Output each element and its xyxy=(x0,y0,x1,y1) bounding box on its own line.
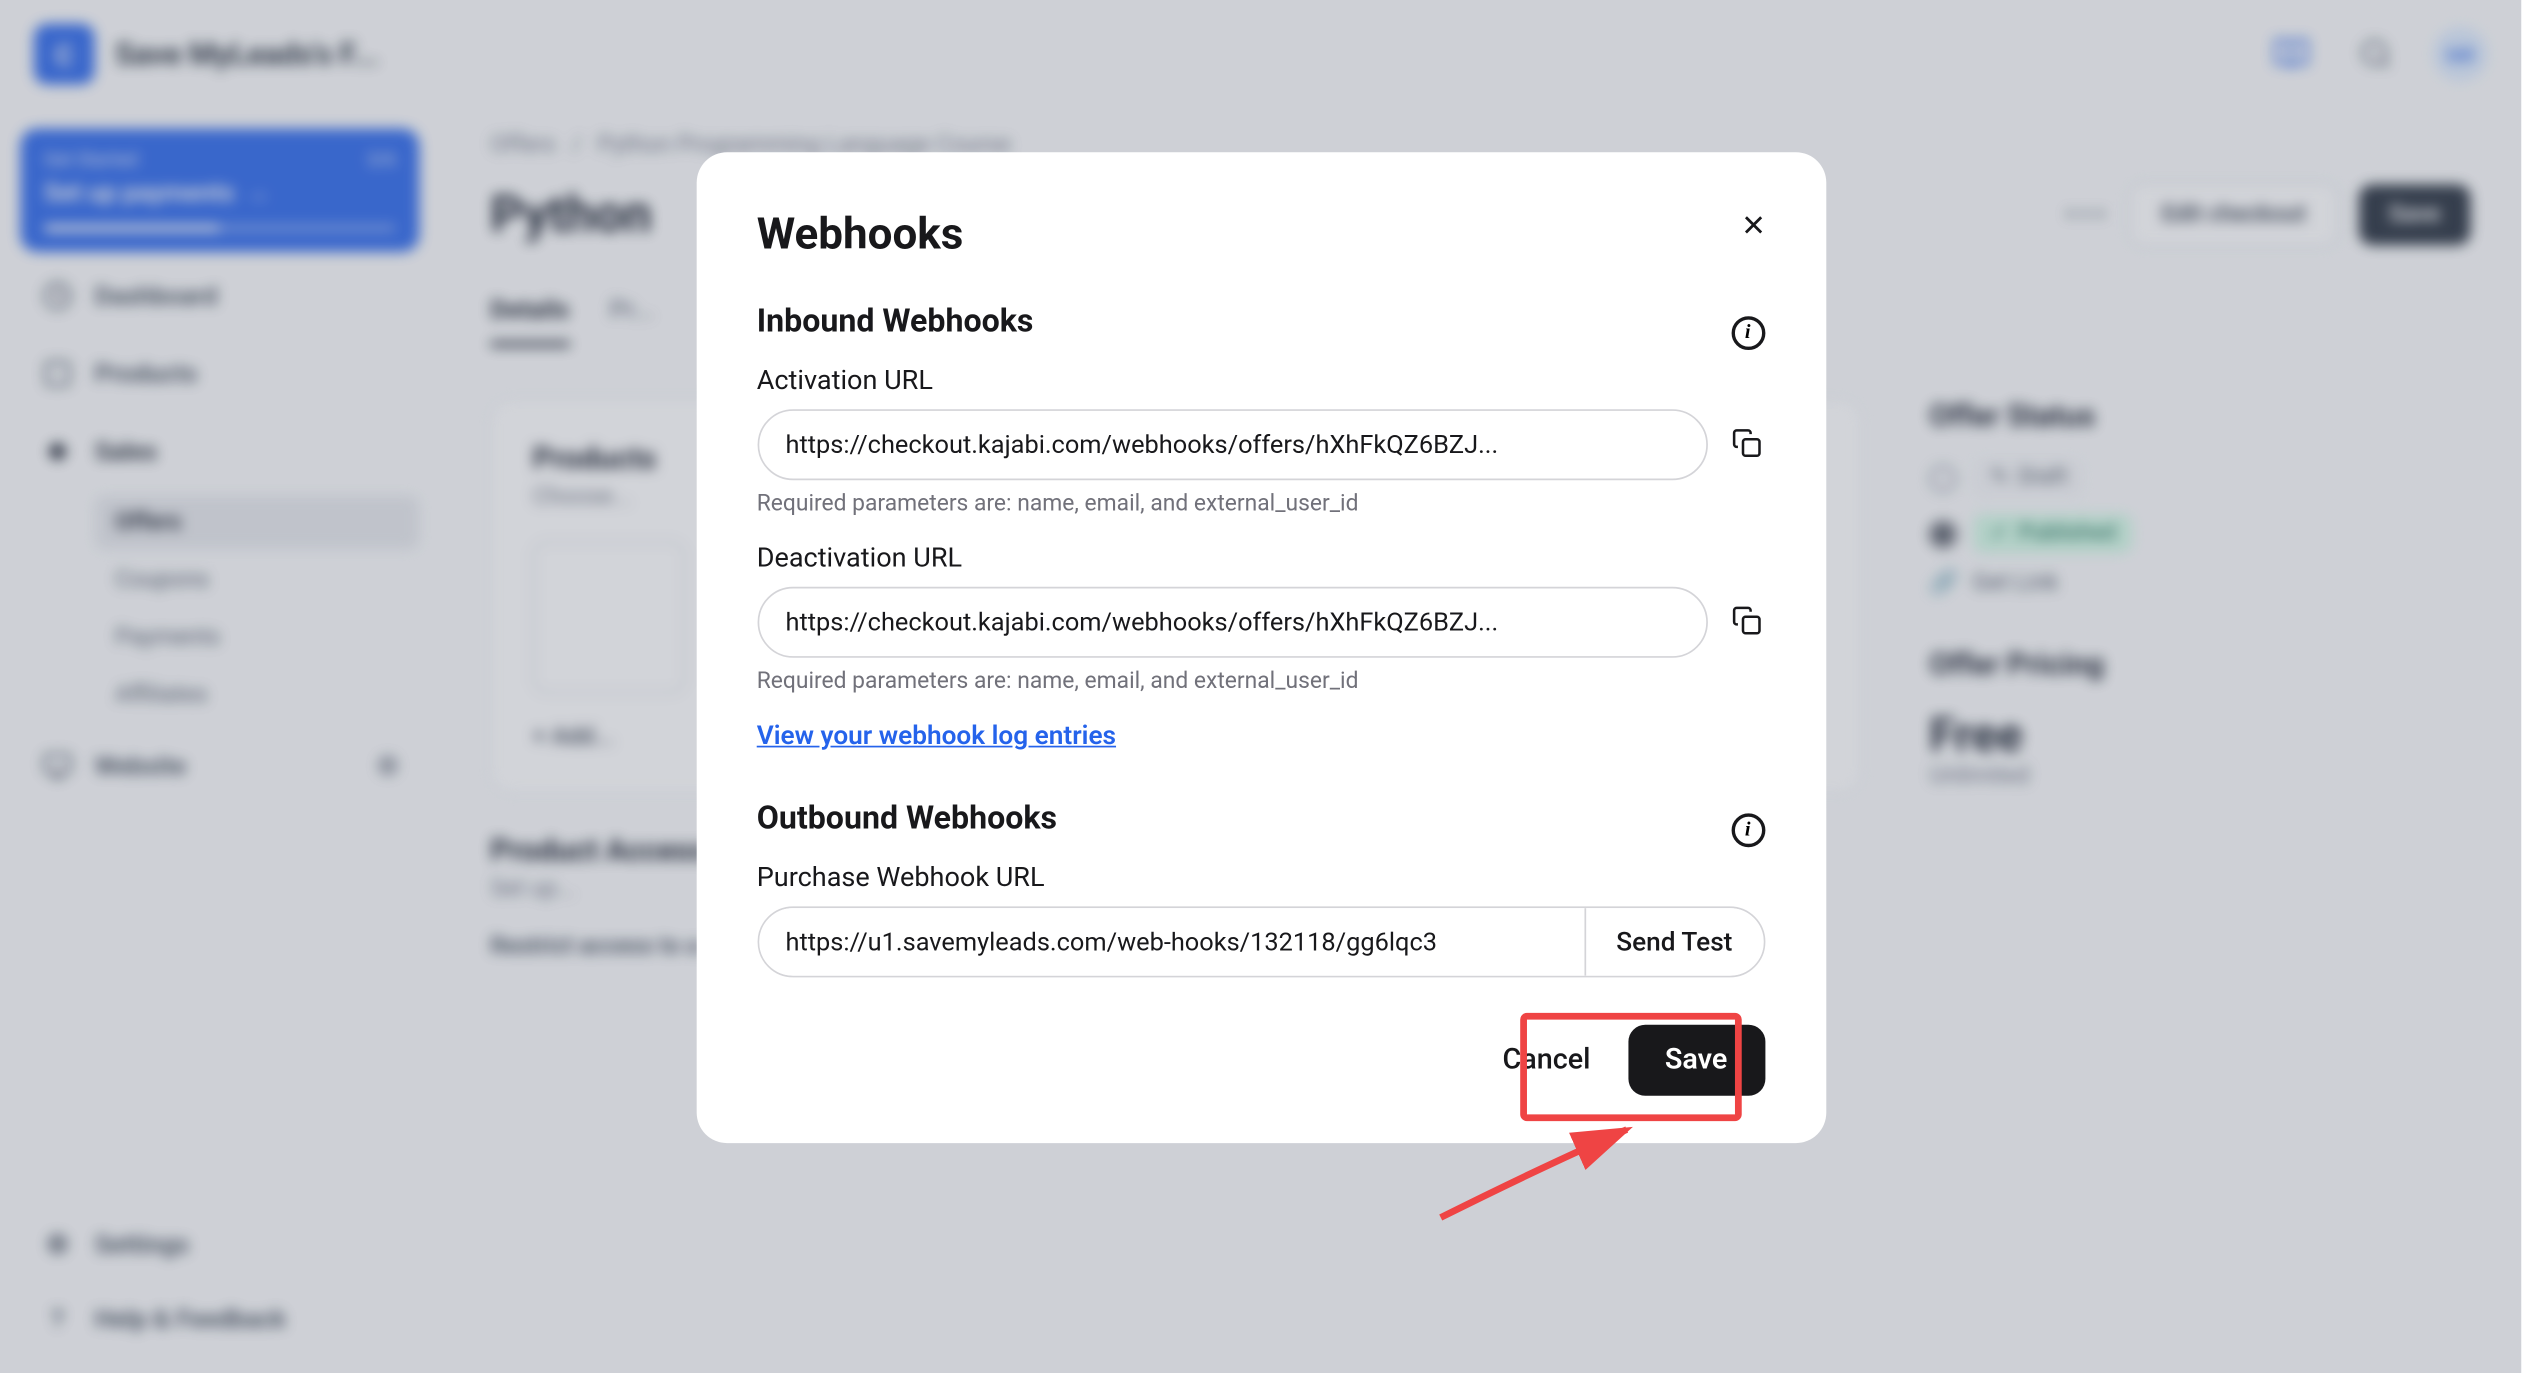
info-icon[interactable]: i xyxy=(1731,813,1765,847)
modal-title: Webhooks xyxy=(757,210,1765,261)
outbound-heading: Outbound Webhooks xyxy=(757,798,1057,837)
modal-overlay[interactable]: Webhooks Inbound Webhooks i Activation U… xyxy=(0,0,2521,1373)
info-icon[interactable]: i xyxy=(1731,315,1765,349)
copy-icon[interactable] xyxy=(1731,605,1765,639)
activation-url-field[interactable]: https://checkout.kajabi.com/webhooks/off… xyxy=(757,409,1707,480)
annotation-arrow xyxy=(1406,1099,1677,1234)
purchase-label: Purchase Webhook URL xyxy=(757,861,1765,893)
send-test-button[interactable]: Send Test xyxy=(1584,908,1763,976)
purchase-url-wrap: Send Test xyxy=(757,906,1765,977)
cancel-button[interactable]: Cancel xyxy=(1502,1043,1590,1077)
deactivation-helper: Required parameters are: name, email, an… xyxy=(757,668,1765,695)
deactivation-label: Deactivation URL xyxy=(757,541,1765,573)
copy-icon[interactable] xyxy=(1731,428,1765,462)
activation-label: Activation URL xyxy=(757,364,1765,396)
close-icon[interactable] xyxy=(1738,210,1772,244)
deactivation-url-field[interactable]: https://checkout.kajabi.com/webhooks/off… xyxy=(757,587,1707,658)
activation-helper: Required parameters are: name, email, an… xyxy=(757,490,1765,517)
inbound-heading: Inbound Webhooks xyxy=(757,301,1034,340)
save-button[interactable]: Save xyxy=(1628,1025,1765,1096)
webhooks-modal: Webhooks Inbound Webhooks i Activation U… xyxy=(696,152,1826,1143)
log-entries-link[interactable]: View your webhook log entries xyxy=(757,720,1116,750)
purchase-url-input[interactable] xyxy=(758,908,1584,976)
